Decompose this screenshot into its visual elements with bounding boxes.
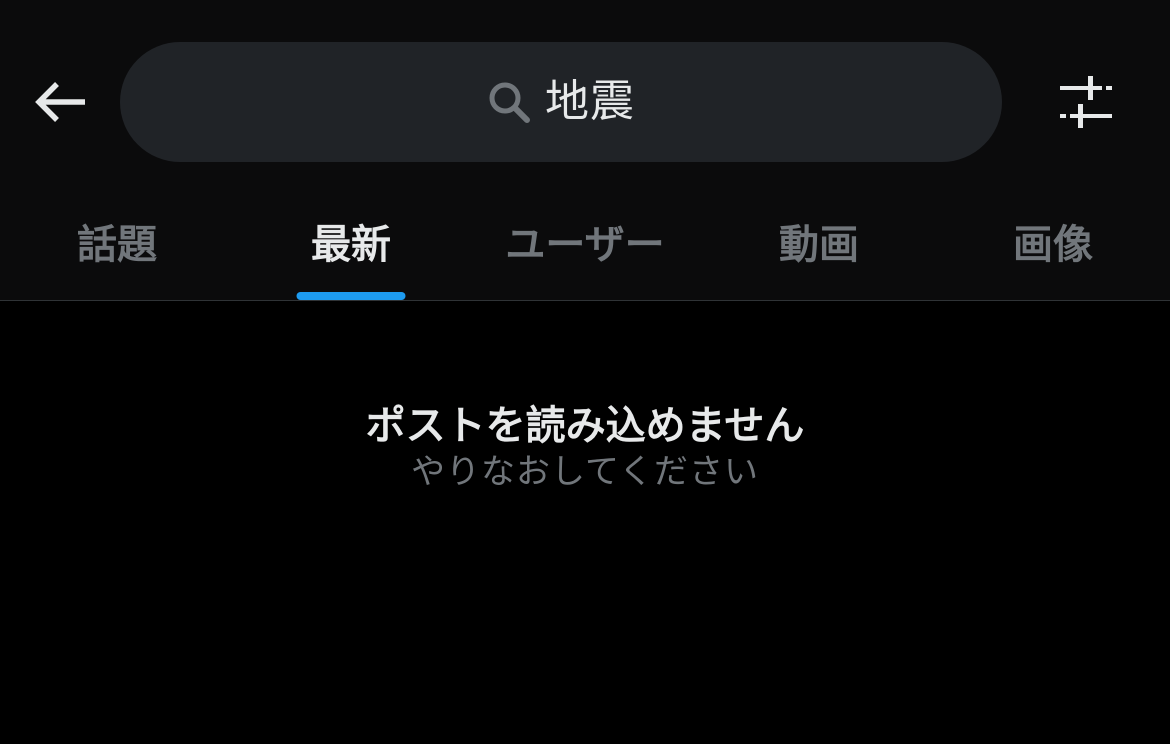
search-filter-button[interactable] [1048, 66, 1124, 138]
search-tabs: 話題 最新 ユーザー 動画 画像 [0, 190, 1170, 300]
top-bar: 地震 話題 最新 ユーザー 動画 画像 [0, 0, 1170, 300]
tab-images[interactable]: 画像 [936, 190, 1170, 300]
tab-latest[interactable]: 最新 [234, 190, 468, 300]
search-query[interactable]: 地震 [545, 80, 635, 124]
back-button[interactable] [26, 72, 96, 132]
active-tab-indicator [296, 292, 406, 300]
empty-state-title: ポストを読み込めません [365, 403, 805, 449]
tab-label: 最新 [311, 222, 391, 268]
search-results-screen: 地震 話題 最新 ユーザー 動画 画像 ポストを読み込めません やりなおしてくだ… [0, 0, 1170, 744]
search-bar[interactable]: 地震 [120, 42, 1002, 162]
tab-label: 画像 [1013, 222, 1093, 268]
tab-label: ユーザー [505, 222, 665, 268]
sliders-icon [1060, 76, 1112, 128]
tab-top[interactable]: 話題 [0, 190, 234, 300]
tab-people[interactable]: ユーザー [468, 190, 702, 300]
empty-state: ポストを読み込めません やりなおしてください [0, 402, 1170, 493]
tabs-divider [0, 300, 1170, 301]
tab-label: 話題 [77, 222, 157, 268]
empty-state-subtitle: やりなおしてください [411, 452, 759, 492]
tab-videos[interactable]: 動画 [702, 190, 936, 300]
tab-label: 動画 [779, 222, 859, 268]
search-icon [487, 80, 531, 124]
arrow-left-icon [35, 82, 85, 122]
